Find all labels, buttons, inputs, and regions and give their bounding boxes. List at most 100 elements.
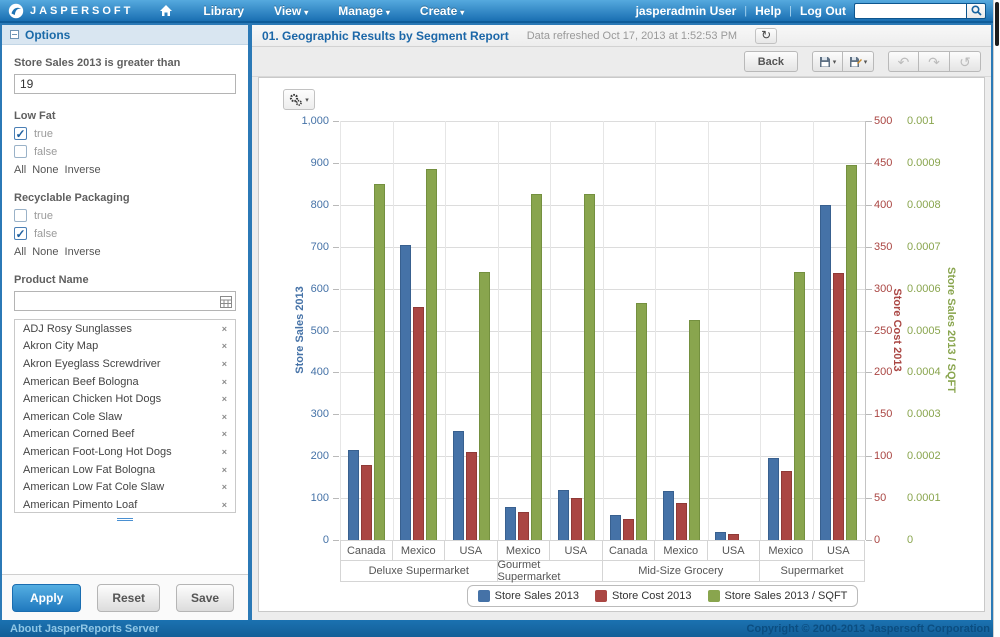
menu-item-view[interactable]: View▾ (274, 4, 308, 18)
product-list-item[interactable]: American Chicken Hot Dogs× (15, 390, 235, 408)
save-button[interactable]: Save (176, 584, 234, 612)
redo-button[interactable]: ↷ (919, 51, 950, 72)
undo-button[interactable]: ↶ (888, 51, 919, 72)
low-fat-link-all[interactable]: All (14, 164, 26, 176)
product-list-item[interactable]: American Foot-Long Hot Dogs× (15, 443, 235, 461)
options-panel-header[interactable]: Options (2, 25, 248, 45)
low-fat-option-false[interactable]: false (14, 145, 236, 158)
left-tick: 100 (273, 492, 329, 504)
product-list-item[interactable]: American Cole Slaw× (15, 408, 235, 426)
recyclable-option-false[interactable]: ✓false (14, 227, 236, 240)
tick-mark (866, 163, 872, 164)
right2-axis-title: Store Sales 2013 / SQFT (945, 250, 957, 410)
logout-link[interactable]: Log Out (800, 4, 846, 18)
apply-button[interactable]: Apply (12, 584, 81, 612)
about-link[interactable]: About JasperReports Server (10, 623, 159, 635)
remove-item-icon[interactable]: × (222, 465, 227, 475)
tick-mark (333, 205, 339, 206)
bar-store-sales-2013-sqft (531, 194, 542, 540)
low-fat-checkbox-false[interactable] (14, 145, 27, 158)
v-gridline (603, 121, 604, 540)
filter-actions: Apply Reset Save (2, 574, 248, 620)
sales-filter-label: Store Sales 2013 is greater than (14, 57, 236, 69)
back-button[interactable]: Back (744, 51, 798, 72)
product-list-item[interactable]: American Low Fat Bologna × (15, 461, 235, 479)
menu-item-label: Library (203, 4, 244, 18)
legend-item[interactable]: Store Sales 2013 (478, 590, 579, 602)
recyclable-checkbox-true[interactable] (14, 209, 27, 222)
legend-swatch (708, 590, 720, 602)
legend-item[interactable]: Store Sales 2013 / SQFT (708, 590, 848, 602)
recyclable-link-none[interactable]: None (32, 246, 58, 258)
recyclable-option-true[interactable]: true (14, 209, 236, 222)
product-list-item[interactable]: ADJ Rosy Sunglasses× (15, 320, 235, 338)
remove-item-icon[interactable]: × (222, 447, 227, 457)
bar-store-sales-2013 (558, 490, 569, 540)
right1-tick: 0 (874, 534, 910, 546)
low-fat-checkbox-true[interactable]: ✓ (14, 127, 27, 140)
product-list-item[interactable]: American Beef Bologna× (15, 373, 235, 391)
product-list-item[interactable]: Akron City Map × (15, 338, 235, 356)
list-resize-handle[interactable] (117, 518, 133, 521)
remove-item-icon[interactable]: × (222, 324, 227, 334)
chevron-down-icon: ▾ (304, 8, 308, 17)
remove-item-icon[interactable]: × (222, 377, 227, 387)
menu-item-create[interactable]: Create▾ (420, 4, 464, 18)
bar-store-cost-2013 (781, 471, 792, 540)
scrollbar-thumb[interactable] (995, 2, 999, 46)
save-as-button[interactable]: ▾ (843, 51, 874, 72)
recyclable-checkbox-false[interactable]: ✓ (14, 227, 27, 240)
recyclable-link-inverse[interactable]: Inverse (65, 246, 101, 258)
legend-swatch (478, 590, 490, 602)
recyclable-link-all[interactable]: All (14, 246, 26, 258)
reset-button[interactable]: Reset (97, 584, 160, 612)
legend-item[interactable]: Store Cost 2013 (595, 590, 692, 602)
product-search-input[interactable] (14, 291, 236, 311)
menu-item-library[interactable]: Library (203, 4, 244, 18)
product-list-item[interactable]: American Low Fat Cole Slaw× (15, 478, 235, 496)
save-report-button[interactable]: ▾ (812, 51, 843, 72)
product-name: American Low Fat Bologna (23, 464, 155, 476)
left-tick: 1,000 (273, 115, 329, 127)
bar-store-sales-2013 (505, 507, 516, 540)
country-label: Mexico (393, 540, 446, 561)
low-fat-link-inverse[interactable]: Inverse (65, 164, 101, 176)
home-button[interactable] (159, 4, 173, 17)
remove-item-icon[interactable]: × (222, 394, 227, 404)
product-list-item[interactable]: American Corned Beef× (15, 426, 235, 444)
remove-item-icon[interactable]: × (222, 359, 227, 369)
right1-tick: 450 (874, 157, 910, 169)
home-icon (159, 4, 173, 17)
refresh-button[interactable]: ↻ (755, 28, 777, 44)
menu-item-label: View (274, 4, 301, 18)
top-nav-bar: JASPERSOFT LibraryView▾Manage▾Create▾ ja… (0, 0, 1000, 23)
country-label: Mexico (655, 540, 708, 561)
remove-item-icon[interactable]: × (222, 341, 227, 351)
collapse-panel-icon[interactable] (10, 30, 19, 39)
remove-item-icon[interactable]: × (222, 482, 227, 492)
page-scrollbar[interactable] (993, 0, 1000, 637)
product-name: Akron City Map (23, 340, 98, 352)
sales-filter-input[interactable] (14, 74, 236, 94)
low-fat-label: Low Fat (14, 110, 236, 122)
product-list-item[interactable]: American Pimento Loaf× (15, 496, 235, 513)
product-list-item[interactable]: Akron Eyeglass Screwdriver× (15, 355, 235, 373)
chart-options-button[interactable]: ▾ (283, 89, 315, 110)
bar-store-sales-2013-sqft (374, 184, 385, 540)
search-button[interactable] (966, 3, 986, 19)
search-icon (971, 5, 982, 16)
bar-store-sales-2013 (820, 205, 831, 540)
legend-label: Store Sales 2013 (495, 590, 579, 602)
menu-item-manage[interactable]: Manage▾ (338, 4, 390, 18)
country-label: USA (550, 540, 603, 561)
remove-item-icon[interactable]: × (222, 412, 227, 422)
help-link[interactable]: Help (755, 4, 781, 18)
remove-item-icon[interactable]: × (222, 500, 227, 510)
product-picker-icon[interactable] (220, 295, 232, 313)
remove-item-icon[interactable]: × (222, 429, 227, 439)
bar-store-sales-2013 (663, 491, 674, 540)
undo-all-button[interactable]: ↺ (950, 51, 981, 72)
search-input[interactable] (854, 3, 966, 19)
low-fat-link-none[interactable]: None (32, 164, 58, 176)
low-fat-option-true[interactable]: ✓true (14, 127, 236, 140)
